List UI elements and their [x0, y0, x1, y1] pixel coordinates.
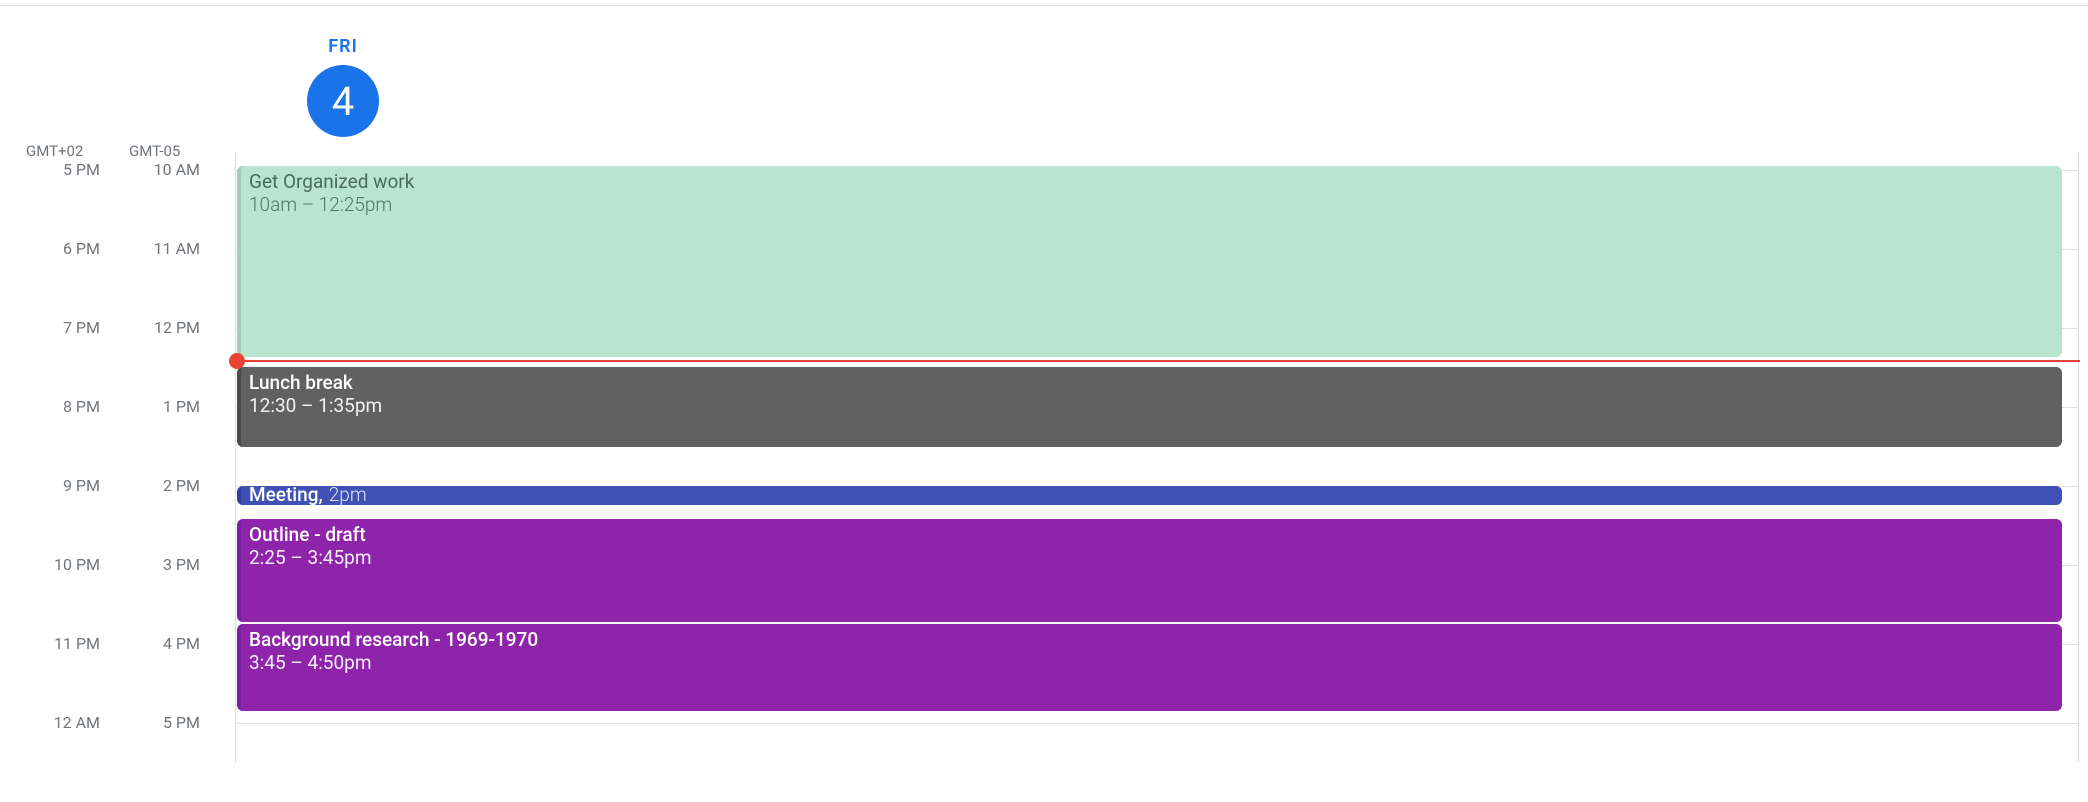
event-time: 3:45 – 4:50pm [249, 651, 2052, 674]
time-label-tz2: 12 PM [100, 318, 200, 337]
day-header: FRI 4 [233, 36, 453, 137]
calendar-day-view: FRI 4 GMT+02 GMT-05 5 PM10 AM6 PM11 AM7 … [0, 0, 2088, 762]
time-label-tz1: 11 PM [0, 634, 100, 653]
events-layer: Get Organized work10am – 12:25pm Lunch br… [237, 170, 2068, 762]
time-label-tz2: 2 PM [100, 476, 200, 495]
event-time: 10am – 12:25pm [249, 193, 2052, 216]
event-time: 2pm [329, 486, 367, 503]
event-time: 2:25 – 3:45pm [249, 546, 2052, 569]
event-title: Background research - 1969-1970 [249, 628, 2052, 651]
event-block[interactable]: Meeting, 2pm [237, 486, 2062, 505]
time-label-tz2: 4 PM [100, 634, 200, 653]
event-title: Meeting, [249, 486, 323, 503]
time-label-tz2: 3 PM [100, 555, 200, 574]
timezone-label-2: GMT-05 [129, 142, 180, 160]
top-separator [0, 5, 2088, 6]
time-label-tz1: 10 PM [0, 555, 100, 574]
event-title: Get Organized work [249, 170, 2052, 193]
event-block[interactable]: Get Organized work10am – 12:25pm [237, 166, 2062, 357]
event-block[interactable]: Outline - draft2:25 – 3:45pm [237, 519, 2062, 622]
time-label-tz1: 5 PM [0, 160, 100, 179]
time-label-tz1: 9 PM [0, 476, 100, 495]
event-title: Lunch break [249, 371, 2052, 394]
event-time: 12:30 – 1:35pm [249, 394, 2052, 417]
event-block[interactable]: Background research - 1969-19703:45 – 4:… [237, 624, 2062, 711]
event-title: Outline - draft [249, 523, 2052, 546]
time-label-tz2: 5 PM [100, 713, 200, 732]
time-label-tz2: 11 AM [100, 239, 200, 258]
time-label-tz2: 1 PM [100, 397, 200, 416]
time-grid[interactable]: 5 PM10 AM6 PM11 AM7 PM12 PM8 PM1 PM9 PM2… [0, 170, 2088, 762]
date-circle[interactable]: 4 [307, 65, 379, 137]
time-label-tz2: 10 AM [100, 160, 200, 179]
time-label-tz1: 8 PM [0, 397, 100, 416]
event-block[interactable]: Lunch break12:30 – 1:35pm [237, 367, 2062, 447]
timezone-label-1: GMT+02 [26, 142, 83, 160]
time-label-tz1: 7 PM [0, 318, 100, 337]
time-label-tz1: 6 PM [0, 239, 100, 258]
day-abbr[interactable]: FRI [307, 36, 379, 57]
time-label-tz1: 12 AM [0, 713, 100, 732]
